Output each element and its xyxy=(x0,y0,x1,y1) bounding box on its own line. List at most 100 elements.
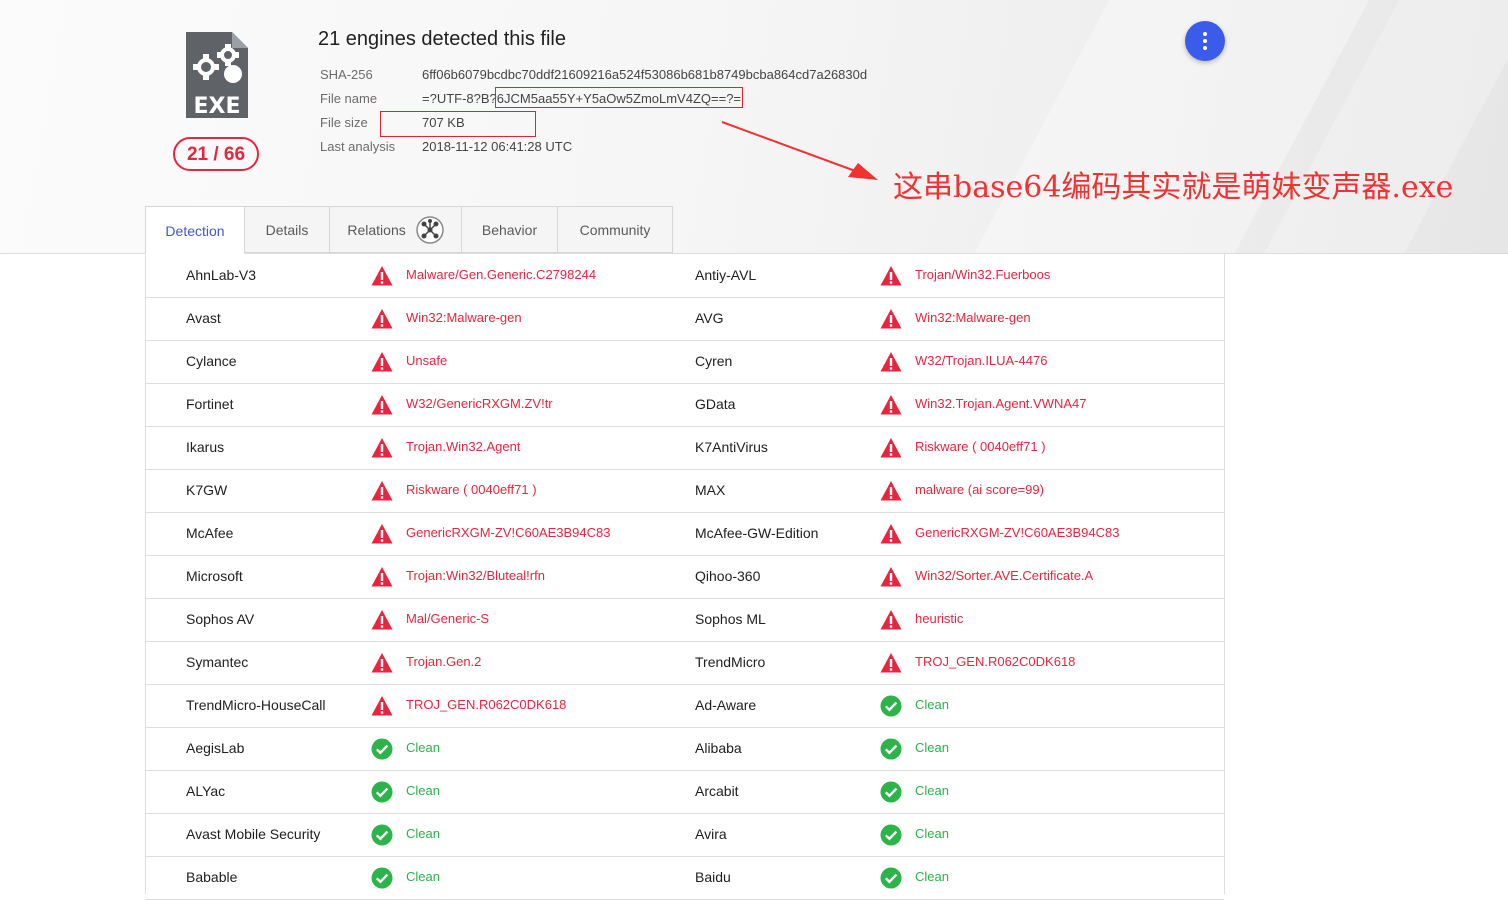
check-circle-icon xyxy=(371,824,393,846)
tab-detection[interactable]: Detection xyxy=(145,206,245,254)
table-row: ALYac Clean Arcabit Clean xyxy=(146,770,1224,814)
detection-result: Win32.Trojan.Agent.VWNA47 xyxy=(915,396,1087,411)
table-row: McAfee GenericRXGM-ZV!C60AE3B94C83 McAfee-… xyxy=(146,512,1224,556)
warning-icon xyxy=(880,395,902,415)
last-analysis-label: Last analysis xyxy=(320,139,396,154)
detection-result: TROJ_GEN.R062C0DK618 xyxy=(406,697,567,712)
engine-name: Ad-Aware xyxy=(695,697,757,713)
engine-name: Cylance xyxy=(186,353,237,369)
engine-name: AVG xyxy=(695,310,724,326)
check-circle-icon xyxy=(880,695,902,717)
engine-name: Avast Mobile Security xyxy=(186,826,321,842)
detection-score-badge: 21 / 66 xyxy=(173,137,259,171)
tab-behavior[interactable]: Behavior xyxy=(462,206,558,253)
engine-name: Cyren xyxy=(695,353,733,369)
warning-icon xyxy=(371,653,393,673)
detection-result: Clean xyxy=(406,783,440,798)
warning-icon xyxy=(371,696,393,716)
detection-result: Clean xyxy=(406,869,440,884)
exe-file-icon: EXE xyxy=(186,32,248,119)
table-row: Avast Win32:Malware-gen AVG Win32:Malware-g… xyxy=(146,297,1224,341)
engine-name: Arcabit xyxy=(695,783,739,799)
last-analysis-value: 2018-11-12 06:41:28 UTC xyxy=(422,139,573,154)
engine-name: TrendMicro-HouseCall xyxy=(186,697,326,713)
detection-result: GenericRXGM-ZV!C60AE3B94C83 xyxy=(915,525,1120,540)
engine-name: ALYac xyxy=(186,783,226,799)
engine-name: McAfee-GW-Edition xyxy=(695,525,819,541)
table-row: AhnLab-V3 Malware/Gen.Generic.C2798244 Ant… xyxy=(146,254,1224,298)
detection-result: Clean xyxy=(915,869,949,884)
engine-name: Babable xyxy=(186,869,238,885)
warning-icon xyxy=(880,309,902,329)
engine-name: Baidu xyxy=(695,869,731,885)
engine-name: GData xyxy=(695,396,736,412)
table-row: K7GW Riskware ( 0040eff71 ) MAX malware (ai… xyxy=(146,469,1224,513)
check-circle-icon xyxy=(880,738,902,760)
engine-name: TrendMicro xyxy=(695,654,766,670)
detection-result: Clean xyxy=(406,740,440,755)
engine-name: Avira xyxy=(695,826,727,842)
more-vert-icon xyxy=(1203,32,1207,36)
filesize-label: File size xyxy=(320,115,368,130)
engine-name: Ikarus xyxy=(186,439,225,455)
detection-result: Malware/Gen.Generic.C2798244 xyxy=(406,267,597,282)
table-row: Avast Mobile Security Clean Avira Clean xyxy=(146,813,1224,857)
warning-icon xyxy=(371,524,393,544)
engine-name: Avast xyxy=(186,310,221,326)
detection-result: malware (ai score=99) xyxy=(915,482,1044,497)
detection-result: Unsafe xyxy=(406,353,448,368)
check-circle-icon xyxy=(880,867,902,889)
warning-icon xyxy=(880,524,902,544)
engine-name: Alibaba xyxy=(695,740,742,756)
table-row: AegisLab Clean Alibaba Clean xyxy=(146,727,1224,771)
detection-result: Trojan.Win32.Agent xyxy=(406,439,521,454)
warning-icon xyxy=(371,309,393,329)
table-row: Ikarus Trojan.Win32.Agent K7AntiVirus Riskw… xyxy=(146,426,1224,470)
warning-icon xyxy=(371,438,393,458)
tab-relations[interactable]: Relations xyxy=(330,206,462,253)
detection-result: Clean xyxy=(915,783,949,798)
report-tabs: Detection Details Relations Behavior Com… xyxy=(145,206,673,254)
engine-name: Fortinet xyxy=(186,396,234,412)
warning-icon xyxy=(880,610,902,630)
page-title: 21 engines detected this file xyxy=(318,28,566,50)
sha256-value: 6ff06b6079bcdbc70ddf21609216a524f53086b6… xyxy=(422,67,868,82)
tab-details[interactable]: Details xyxy=(245,206,330,253)
detection-table: AhnLab-V3 Malware/Gen.Generic.C2798244 Ant… xyxy=(145,254,1225,900)
check-circle-icon xyxy=(880,824,902,846)
table-row: Microsoft Trojan:Win32/Bluteal!rfn Qihoo-3… xyxy=(146,555,1224,599)
warning-icon xyxy=(880,438,902,458)
table-row: Cylance Unsafe Cyren W32/Trojan.ILUA-4476 xyxy=(146,340,1224,384)
detection-result: Clean xyxy=(915,697,949,712)
engine-name: McAfee xyxy=(186,525,234,541)
warning-icon xyxy=(880,653,902,673)
graph-icon xyxy=(415,216,444,244)
detection-result: Clean xyxy=(915,740,949,755)
detection-result: Win32/Sorter.AVE.Certificate.A xyxy=(915,568,1094,583)
detection-result: Clean xyxy=(406,826,440,841)
tab-community[interactable]: Community xyxy=(558,206,673,253)
filesize-highlight-box xyxy=(380,111,536,137)
table-row: Fortinet W32/GenericRXGM.ZV!tr GData Win32.… xyxy=(146,383,1224,427)
engine-name: Qihoo-360 xyxy=(695,568,761,584)
table-row: Babable Clean Baidu Clean xyxy=(146,856,1224,900)
engine-name: Symantec xyxy=(186,654,249,670)
filename-label: File name xyxy=(320,91,378,106)
detection-result: W32/GenericRXGM.ZV!tr xyxy=(406,396,553,411)
check-circle-icon xyxy=(371,738,393,760)
detection-result: Trojan.Gen.2 xyxy=(406,654,482,669)
detection-result: Riskware ( 0040eff71 ) xyxy=(406,482,537,497)
warning-icon xyxy=(371,610,393,630)
table-row: TrendMicro-HouseCall TROJ_GEN.R062C0DK618… xyxy=(146,684,1224,728)
warning-icon xyxy=(371,266,393,286)
engine-name: K7AntiVirus xyxy=(695,439,768,455)
engine-name: MAX xyxy=(695,482,726,498)
svg-text:EXE: EXE xyxy=(193,94,240,119)
detection-result: Win32:Malware-gen xyxy=(406,310,522,325)
warning-icon xyxy=(371,352,393,372)
detection-result: Trojan/Win32.Fuerboos xyxy=(915,267,1051,282)
engine-name: AhnLab-V3 xyxy=(186,267,257,283)
check-circle-icon xyxy=(880,781,902,803)
detection-result: TROJ_GEN.R062C0DK618 xyxy=(915,654,1076,669)
more-options-button[interactable] xyxy=(1185,21,1225,61)
